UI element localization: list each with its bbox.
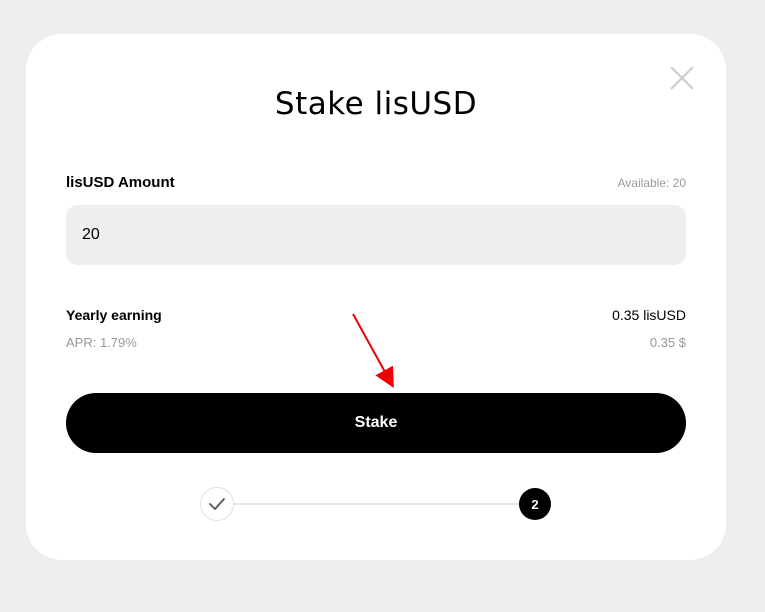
amount-input[interactable] bbox=[66, 205, 686, 265]
modal-title: Stake lisUSD bbox=[274, 86, 478, 122]
amount-label: lisUSD Amount bbox=[66, 174, 175, 191]
step-progress: 2 bbox=[200, 487, 552, 521]
stake-modal: Stake lisUSD lisUSD Amount Available: 20… bbox=[26, 34, 726, 560]
stake-button[interactable]: Stake bbox=[66, 393, 686, 453]
checkmark-icon bbox=[209, 498, 225, 510]
step-2-current: 2 bbox=[519, 488, 551, 520]
yearly-earning-usd: 0.35 $ bbox=[649, 335, 686, 350]
step-1-completed bbox=[200, 487, 234, 521]
yearly-earning-value: 0.35 lisUSD bbox=[612, 307, 686, 323]
step-connector bbox=[217, 503, 535, 505]
apr-text: APR: 1.79% bbox=[66, 335, 137, 350]
yearly-earning-label: Yearly earning bbox=[66, 307, 162, 323]
available-balance: Available: 20 bbox=[617, 176, 687, 190]
